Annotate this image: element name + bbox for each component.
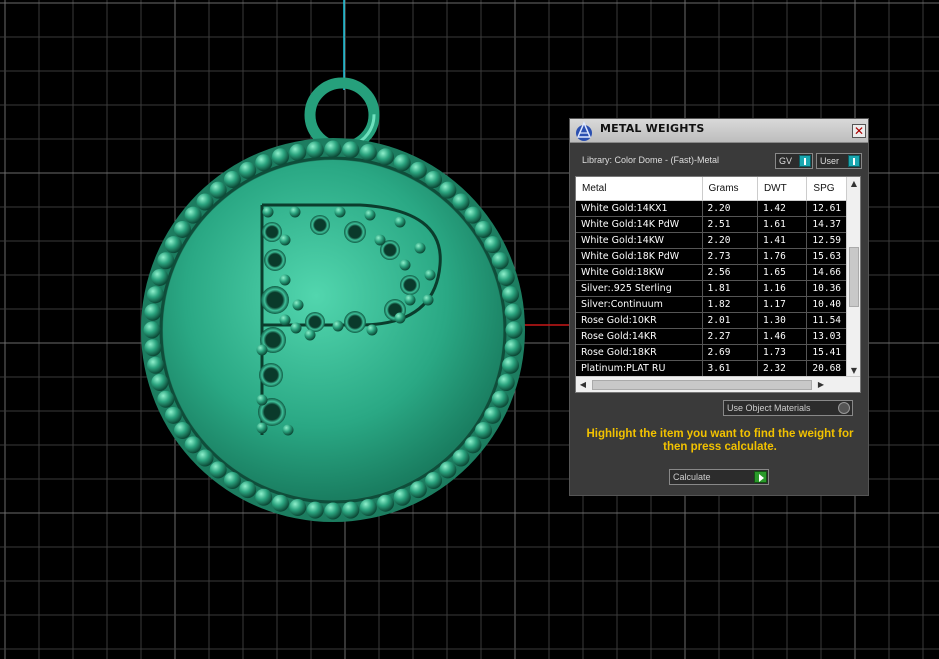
table-cell: 15.63 xyxy=(807,249,847,264)
pendant-model[interactable] xyxy=(141,77,525,522)
calculate-button[interactable]: Calculate xyxy=(669,469,769,485)
table-cell: 12.61 xyxy=(807,201,847,216)
table-cell: Platinum:PLAT RU xyxy=(576,361,703,376)
table-row[interactable]: Rose Gold:10KR 2.01 1.30 11.54 xyxy=(576,313,847,329)
metal-table: Metal Grams DWT SPG White Gold:14KX1 2.20… xyxy=(575,176,861,393)
table-cell: 1.82 xyxy=(703,297,758,312)
metal-weights-panel: METAL WEIGHTS ✕ Library: Color Dome - (F… xyxy=(569,118,869,496)
gv-toggle[interactable]: GV xyxy=(775,153,813,169)
table-cell: 3.61 xyxy=(703,361,758,376)
scroll-left-icon[interactable]: ◀ xyxy=(576,378,590,392)
table-cell: Silver:Continuum xyxy=(576,297,703,312)
table-cell: White Gold:18K PdW xyxy=(576,249,703,264)
table-row[interactable]: White Gold:14KW 2.20 1.41 12.59 xyxy=(576,233,847,249)
table-row[interactable]: Rose Gold:18KR 2.69 1.73 15.41 xyxy=(576,345,847,361)
column-header-metal[interactable]: Metal xyxy=(576,177,703,201)
table-body: White Gold:14KX1 2.20 1.42 12.61 White Gold:… xyxy=(576,201,847,377)
table-cell: 12.59 xyxy=(807,233,847,248)
table-cell: 1.17 xyxy=(758,297,808,312)
column-header-dwt[interactable]: DWT xyxy=(758,177,808,201)
table-cell: White Gold:14KW xyxy=(576,233,703,248)
use-object-materials-option[interactable]: Use Object Materials xyxy=(723,400,853,416)
vertical-scroll-thumb[interactable] xyxy=(849,247,859,307)
column-header-grams[interactable]: Grams xyxy=(703,177,758,201)
table-cell: 14.37 xyxy=(807,217,847,232)
table-cell: 10.40 xyxy=(807,297,847,312)
horizontal-scrollbar[interactable]: ◀ ▶ xyxy=(576,376,860,392)
table-cell: Rose Gold:10KR xyxy=(576,313,703,328)
toggle-icon xyxy=(799,155,811,167)
table-cell: 1.81 xyxy=(703,281,758,296)
column-header-spg[interactable]: SPG xyxy=(807,177,847,201)
calculate-label: Calculate xyxy=(673,472,711,482)
scroll-right-icon[interactable]: ▶ xyxy=(814,378,828,392)
table-cell: 1.46 xyxy=(758,329,808,344)
table-row[interactable]: Silver:Continuum 1.82 1.17 10.40 xyxy=(576,297,847,313)
pendant-disc xyxy=(163,160,503,500)
table-cell: 1.16 xyxy=(758,281,808,296)
table-row[interactable]: Rose Gold:14KR 2.27 1.46 13.03 xyxy=(576,329,847,345)
user-toggle-label: User xyxy=(820,156,840,166)
table-cell: 1.65 xyxy=(758,265,808,280)
table-cell: 2.20 xyxy=(703,233,758,248)
table-cell: 14.66 xyxy=(807,265,847,280)
rhino-logo-icon xyxy=(576,121,592,141)
panel-titlebar[interactable]: METAL WEIGHTS ✕ xyxy=(570,119,868,143)
table-cell: 1.73 xyxy=(758,345,808,360)
table-cell: White Gold:14K PdW xyxy=(576,217,703,232)
instruction-text: Highlight the item you want to find the … xyxy=(586,428,854,453)
table-cell: 1.76 xyxy=(758,249,808,264)
table-cell: 2.51 xyxy=(703,217,758,232)
table-cell: 15.41 xyxy=(807,345,847,360)
table-header: Metal Grams DWT SPG xyxy=(576,177,847,201)
table-row[interactable]: White Gold:14K PdW 2.51 1.61 14.37 xyxy=(576,217,847,233)
gv-toggle-label: GV xyxy=(779,156,793,166)
table-cell: 2.69 xyxy=(703,345,758,360)
table-cell: 20.68 xyxy=(807,361,847,376)
table-cell: 2.01 xyxy=(703,313,758,328)
table-cell: Silver:.925 Sterling xyxy=(576,281,703,296)
table-row[interactable]: White Gold:18K PdW 2.73 1.76 15.63 xyxy=(576,249,847,265)
table-cell: 10.36 xyxy=(807,281,847,296)
table-row[interactable]: Platinum:PLAT RU 3.61 2.32 20.68 xyxy=(576,361,847,377)
table-cell: White Gold:14KX1 xyxy=(576,201,703,216)
table-row[interactable]: White Gold:14KX1 2.20 1.42 12.61 xyxy=(576,201,847,217)
close-icon[interactable]: ✕ xyxy=(852,124,866,138)
table-cell: 2.20 xyxy=(703,201,758,216)
scroll-up-icon[interactable]: ▲ xyxy=(847,177,860,191)
radio-icon xyxy=(838,402,850,414)
table-cell: 13.03 xyxy=(807,329,847,344)
table-cell: 2.56 xyxy=(703,265,758,280)
table-cell: 1.30 xyxy=(758,313,808,328)
user-toggle[interactable]: User xyxy=(816,153,862,169)
vertical-scrollbar[interactable]: ▲ ▼ xyxy=(846,177,860,378)
table-cell: 2.73 xyxy=(703,249,758,264)
table-cell: 1.61 xyxy=(758,217,808,232)
table-cell: White Gold:18KW xyxy=(576,265,703,280)
horizontal-scroll-thumb[interactable] xyxy=(592,380,812,390)
table-cell: 11.54 xyxy=(807,313,847,328)
toggle-icon xyxy=(848,155,860,167)
table-cell: 1.42 xyxy=(758,201,808,216)
table-cell: 1.41 xyxy=(758,233,808,248)
table-row[interactable]: White Gold:18KW 2.56 1.65 14.66 xyxy=(576,265,847,281)
table-cell: 2.32 xyxy=(758,361,808,376)
library-label: Library: Color Dome - (Fast)-Metal xyxy=(582,155,720,165)
table-cell: Rose Gold:18KR xyxy=(576,345,703,360)
table-cell: 2.27 xyxy=(703,329,758,344)
table-cell: Rose Gold:14KR xyxy=(576,329,703,344)
play-arrow-icon xyxy=(754,471,767,483)
use-object-materials-label: Use Object Materials xyxy=(727,403,811,413)
table-row[interactable]: Silver:.925 Sterling 1.81 1.16 10.36 xyxy=(576,281,847,297)
panel-title: METAL WEIGHTS xyxy=(600,122,705,135)
